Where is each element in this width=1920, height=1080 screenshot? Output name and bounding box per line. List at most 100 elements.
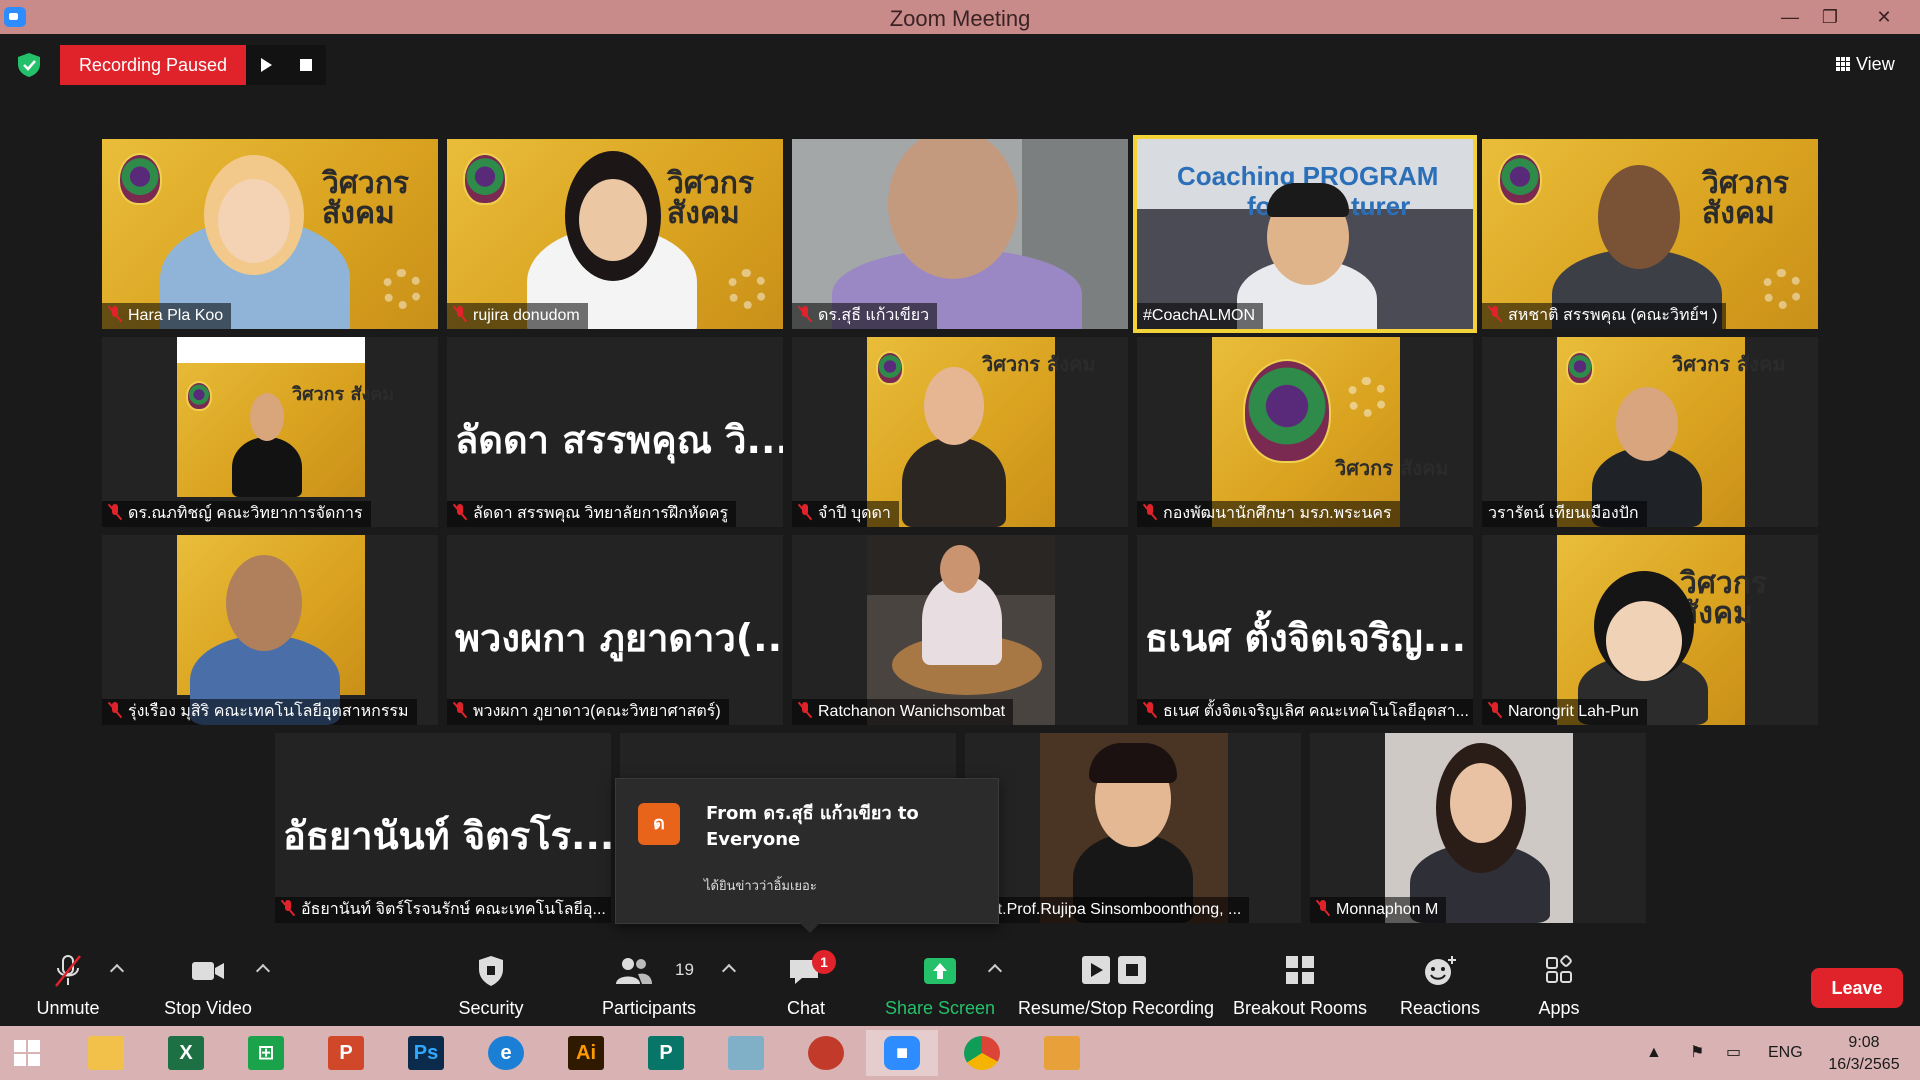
excel-taskbar-button[interactable]: X [150, 1030, 222, 1076]
muted-mic-icon [1316, 900, 1330, 916]
resume-stop-recording-button[interactable]: Resume/Stop Recording [1016, 942, 1216, 1026]
participant-tile[interactable]: พวงผกา ภูยาดาว(... พวงผกา ภูยาดาว(คณะวิท… [447, 535, 783, 725]
muted-mic-icon [108, 306, 122, 322]
resume-recording-button[interactable] [246, 45, 286, 85]
muted-mic-icon [798, 306, 812, 322]
participant-name-label: Hara Pla Koo [102, 303, 232, 329]
windows-start-icon[interactable] [14, 1040, 40, 1066]
muted-mic-icon [1143, 702, 1157, 718]
participant-tile[interactable]: วิศวกร สังคม จำปี บุดดา [792, 337, 1128, 527]
participant-name-label: ลัดดา สรรพคุณ วิทยาลัยการฝึกหัดครู [447, 501, 737, 527]
sender-avatar: ด [638, 803, 680, 845]
view-button[interactable]: View [1826, 48, 1910, 80]
minimize-button[interactable]: — [1770, 4, 1810, 30]
restore-button[interactable]: ❐ [1810, 4, 1850, 30]
participant-name-label: กองพัฒนานักศึกษา มรภ.พระนคร [1137, 501, 1400, 527]
participant-tile[interactable]: วิศวกร สังคม กองพัฒนานักศึกษา มรภ.พระนคร [1137, 337, 1473, 527]
participant-tile[interactable]: Asst.Prof.Rujipa Sinsomboonthong, ... [965, 733, 1301, 923]
participant-name-label: Ratchanon Wanichsombat [792, 699, 1014, 725]
breakout-rooms-icon [1286, 956, 1314, 984]
brand-text: วิศวกร สังคม [322, 166, 410, 231]
illustrator-taskbar-button[interactable]: Ai [550, 1030, 622, 1076]
participant-tile[interactable]: วิศวกร สังคม วรารัตน์ เทียนเมืองปัก [1482, 337, 1818, 527]
chat-button[interactable]: 1 Chat [776, 942, 836, 1026]
participant-tile[interactable]: รุ่งเรือง มุสิริ คณะเทคโนโลยีอุตสาหกรรม [102, 535, 438, 725]
breakout-rooms-button[interactable]: Breakout Rooms [1228, 942, 1372, 1026]
file-explorer-taskbar-button[interactable] [70, 1030, 142, 1076]
participant-tile[interactable]: ธเนศ ตั้งจิตเจริญ... ธเนศ ตั้งจิตเจริญเล… [1137, 535, 1473, 725]
participants-count: 19 [675, 960, 694, 979]
participant-name-label: ดร.สุธี แก้วเขียว [792, 303, 938, 329]
security-button[interactable]: Security [446, 942, 536, 1026]
share-screen-button[interactable]: Share Screen [882, 942, 998, 1026]
participants-options-caret[interactable] [721, 963, 737, 979]
publisher-taskbar-button[interactable]: P [630, 1030, 702, 1076]
participant-tile[interactable]: วิศวกร สังคม rujira donudom [447, 139, 783, 329]
brand-text: วิศวกร สังคม [1702, 166, 1790, 231]
participant-display-name: อัธยานันท์ จิตรโร... [283, 814, 611, 858]
chat-notification[interactable]: ด From ดร.สุธี แก้วเขียว to Everyone ได้… [615, 778, 999, 933]
participant-name-label: #CoachALMON [1137, 303, 1264, 329]
powerpoint-taskbar-button[interactable]: P [310, 1030, 382, 1076]
photoscape-taskbar-button[interactable] [790, 1030, 862, 1076]
participant-name-label: จำปี บุดดา [792, 501, 899, 527]
muted-mic-icon [1488, 306, 1502, 322]
brand-text: วิศวกร สังคม [667, 166, 755, 231]
language-indicator[interactable]: ENG [1768, 1026, 1803, 1080]
zoom-taskbar-button[interactable]: ■ [866, 1030, 938, 1076]
university-seal-icon [186, 381, 212, 411]
photoshop-taskbar-button[interactable]: Ps [390, 1030, 462, 1076]
participants-button[interactable]: 19 Participants [596, 942, 702, 1026]
unmute-button[interactable]: Unmute [18, 942, 118, 1026]
participant-tile[interactable]: วิศวกร สังคม ดร.ณภทิชญ์ คณะวิทยาการจัดกา… [102, 337, 438, 527]
system-clock[interactable]: 9:08 16/3/2565 [1812, 1032, 1916, 1076]
participant-tile[interactable]: อัธยานันท์ จิตรโร... อัธยานันท์ จิตร์โรจ… [275, 733, 611, 923]
apps-button[interactable]: Apps [1514, 942, 1604, 1026]
chat-unread-badge: 1 [812, 950, 836, 974]
store-taskbar-button[interactable]: ⊞ [230, 1030, 302, 1076]
participant-name-label: รุ่งเรือง มุสิริ คณะเทคโนโลยีอุตสาหกรรม [102, 699, 417, 725]
notes-icon [728, 1036, 764, 1070]
participant-name-label: Monnaphon M [1310, 897, 1447, 923]
participant-tile-active-speaker[interactable]: Coaching PROGRAM fo turer #CoachALMON [1133, 135, 1477, 333]
participant-tile[interactable]: ลัดดา สรรพคุณ วิ... ลัดดา สรรพคุณ วิทยาล… [447, 337, 783, 527]
slides-taskbar-button[interactable] [1026, 1030, 1098, 1076]
title-bar: Zoom Meeting — ❐ ✕ [0, 0, 1920, 34]
chrome-taskbar-button[interactable] [946, 1030, 1018, 1076]
gear-icon [1347, 377, 1387, 417]
participant-tile[interactable]: Ratchanon Wanichsombat [792, 535, 1128, 725]
reactions-button[interactable]: Reactions [1392, 942, 1488, 1026]
participant-tile[interactable]: วิศวกร สังคม Hara Pla Koo [102, 139, 438, 329]
muted-mic-icon [453, 504, 467, 520]
notes-taskbar-button[interactable] [710, 1030, 782, 1076]
stop-recording-button[interactable] [286, 45, 326, 85]
encryption-shield-icon[interactable] [16, 52, 42, 78]
close-button[interactable]: ✕ [1864, 4, 1904, 30]
internet-explorer-icon: e [488, 1036, 524, 1070]
folder-icon [88, 1036, 124, 1070]
university-seal-icon [463, 153, 507, 205]
network-icon[interactable]: ▭ [1726, 1026, 1741, 1080]
participant-tile[interactable]: ดร.สุธี แก้วเขียว [792, 139, 1128, 329]
edge-taskbar-button[interactable]: e [470, 1030, 542, 1076]
windows-taskbar: X ⊞ P Ps e Ai P ■ ▲ ⚑ ▭ ENG 9:08 16/3/25… [0, 1026, 1920, 1080]
photoscape-icon [808, 1036, 844, 1070]
action-center-flag-icon[interactable]: ⚑ [1690, 1026, 1704, 1080]
participant-name-label: Narongrit Lah-Pun [1482, 699, 1647, 725]
participant-tile[interactable]: Monnaphon M [1310, 733, 1646, 923]
gear-icon [727, 269, 767, 309]
window-title: Zoom Meeting [889, 6, 1031, 31]
leave-meeting-button[interactable]: Leave [1811, 968, 1903, 1008]
participant-display-name: ลัดดา สรรพคุณ วิ... [455, 418, 783, 462]
university-seal-icon [118, 153, 162, 205]
participant-tile[interactable]: วิศวกร สังคม สหชาติ สรรพคุณ (คณะวิทย์ฯ ) [1482, 139, 1818, 329]
stop-video-button[interactable]: Stop Video [152, 942, 264, 1026]
muted-mic-icon [453, 306, 467, 322]
show-hidden-icons-button[interactable]: ▲ [1646, 1026, 1662, 1080]
grid-icon [1836, 57, 1850, 71]
powerpoint-icon: P [328, 1036, 364, 1070]
participant-name-label: Asst.Prof.Rujipa Sinsomboonthong, ... [965, 897, 1250, 923]
video-camera-icon [192, 962, 224, 980]
muted-mic-icon [453, 702, 467, 718]
participant-tile[interactable]: วิศวกร สังคม Narongrit Lah-Pun [1482, 535, 1818, 725]
